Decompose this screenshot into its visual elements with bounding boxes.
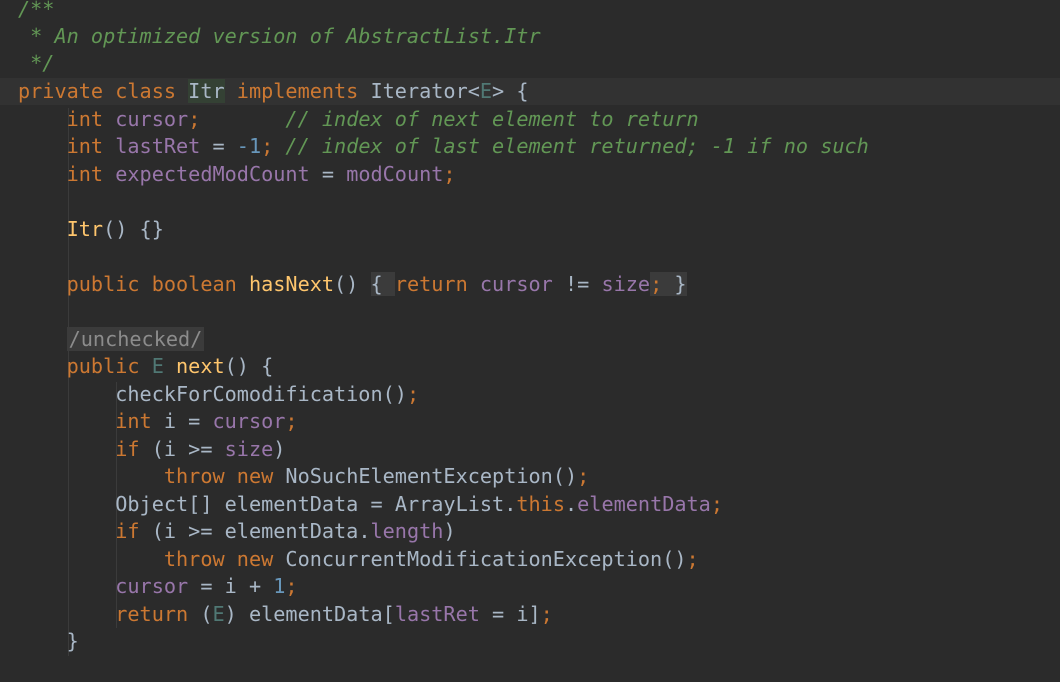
keyword: int — [66, 107, 104, 131]
keyword: private — [18, 79, 104, 103]
field: lastRet — [394, 602, 480, 626]
code-line: /** — [18, 0, 54, 23]
local-variable: i — [516, 602, 529, 626]
type-name: ConcurrentModificationException — [285, 547, 663, 571]
code-line: /unchecked/ — [18, 326, 205, 353]
code-line: public E next() { — [66, 354, 274, 378]
field: cursor — [115, 574, 189, 598]
keyword: if — [115, 437, 140, 461]
code-line: cursor = i + 1; — [115, 574, 298, 598]
code-line: throw new ConcurrentModificationExceptio… — [163, 547, 699, 571]
local-variable: i — [163, 409, 177, 433]
code-line: */ — [18, 50, 54, 77]
code-line: public boolean hasNext() { return cursor… — [66, 272, 687, 296]
type-parameter: E — [212, 602, 225, 626]
local-variable: i — [224, 574, 237, 598]
code-line: throw new NoSuchElementException(); — [163, 464, 590, 488]
code-line: } — [18, 629, 79, 653]
keyword: int — [66, 134, 104, 158]
constructor-name: Itr — [66, 217, 104, 241]
type-parameter: E — [479, 79, 493, 103]
doc-comment: */ — [18, 51, 55, 75]
code-line: Itr() {} — [66, 217, 164, 241]
field: length — [370, 519, 444, 543]
keyword: return — [394, 272, 468, 296]
code-line: int i = cursor; — [115, 409, 298, 433]
keyword: if — [115, 519, 140, 543]
keyword: new — [236, 464, 274, 488]
type-name: NoSuchElementException — [285, 464, 553, 488]
field: elementData — [577, 492, 711, 516]
keyword: this — [516, 492, 565, 516]
field: cursor — [479, 272, 553, 296]
local-variable: elementData — [248, 602, 383, 626]
code-line: int lastRet = -1; // index of last eleme… — [66, 134, 869, 158]
field: cursor — [115, 107, 189, 131]
keyword: throw — [163, 464, 225, 488]
keyword: public — [66, 354, 140, 378]
caret-line: private class Itr implements Iterator<E>… — [0, 78, 1060, 105]
keyword: return — [115, 602, 189, 626]
code-line: Object[] elementData = ArrayList.this.el… — [115, 492, 723, 516]
number: -1 — [236, 134, 262, 158]
keyword: int — [115, 409, 152, 433]
doc-comment: /** — [18, 0, 55, 21]
keyword: public — [66, 272, 140, 296]
code-line: if (i >= elementData.length) — [115, 519, 456, 543]
type-name: ArrayList — [394, 492, 505, 516]
code-line: return (E) elementData[lastRet = i]; — [115, 602, 553, 626]
number: 1 — [273, 574, 286, 598]
local-variable: i — [163, 519, 177, 543]
code-line: if (i >= size) — [115, 437, 286, 461]
method-name: hasNext — [248, 272, 335, 296]
field: lastRet — [115, 134, 201, 158]
field: size — [224, 437, 274, 461]
code-line: int expectedModCount = modCount; — [66, 162, 456, 186]
keyword: boolean — [151, 272, 237, 296]
keyword: int — [66, 162, 104, 186]
folded-brace[interactable]: { — [370, 272, 395, 296]
class-name-highlight: Itr — [188, 79, 225, 103]
keyword: new — [236, 547, 274, 571]
code-editor[interactable]: /** * An optimized version of AbstractLi… — [0, 0, 1060, 682]
keyword: class — [115, 79, 177, 103]
code-line: * An optimized version of AbstractList.I… — [18, 23, 541, 50]
local-variable: elementData — [224, 492, 359, 516]
line-comment: // index of last element returned; -1 if… — [285, 134, 869, 158]
field: size — [601, 272, 651, 296]
local-variable: i — [163, 437, 177, 461]
code-line: checkForComodification(); — [115, 382, 420, 406]
line-comment: // index of next element to return — [285, 107, 699, 131]
folded-brace[interactable]: ; } — [650, 272, 687, 296]
type-name: Iterator — [370, 79, 468, 103]
method-call: checkForComodification — [115, 382, 383, 406]
code-line: int cursor; // index of next element to … — [66, 107, 699, 131]
type-name: Object — [115, 492, 189, 516]
keyword: implements — [236, 79, 359, 103]
field: modCount — [346, 162, 444, 186]
keyword: throw — [163, 547, 225, 571]
doc-comment: * An optimized version of AbstractList.I… — [18, 24, 541, 48]
folded-annotation[interactable]: /unchecked/ — [66, 327, 205, 351]
method-name: next — [176, 354, 225, 378]
field: expectedModCount — [115, 162, 310, 186]
field: cursor — [212, 409, 286, 433]
local-variable: elementData — [224, 519, 359, 543]
type-parameter: E — [151, 354, 164, 378]
